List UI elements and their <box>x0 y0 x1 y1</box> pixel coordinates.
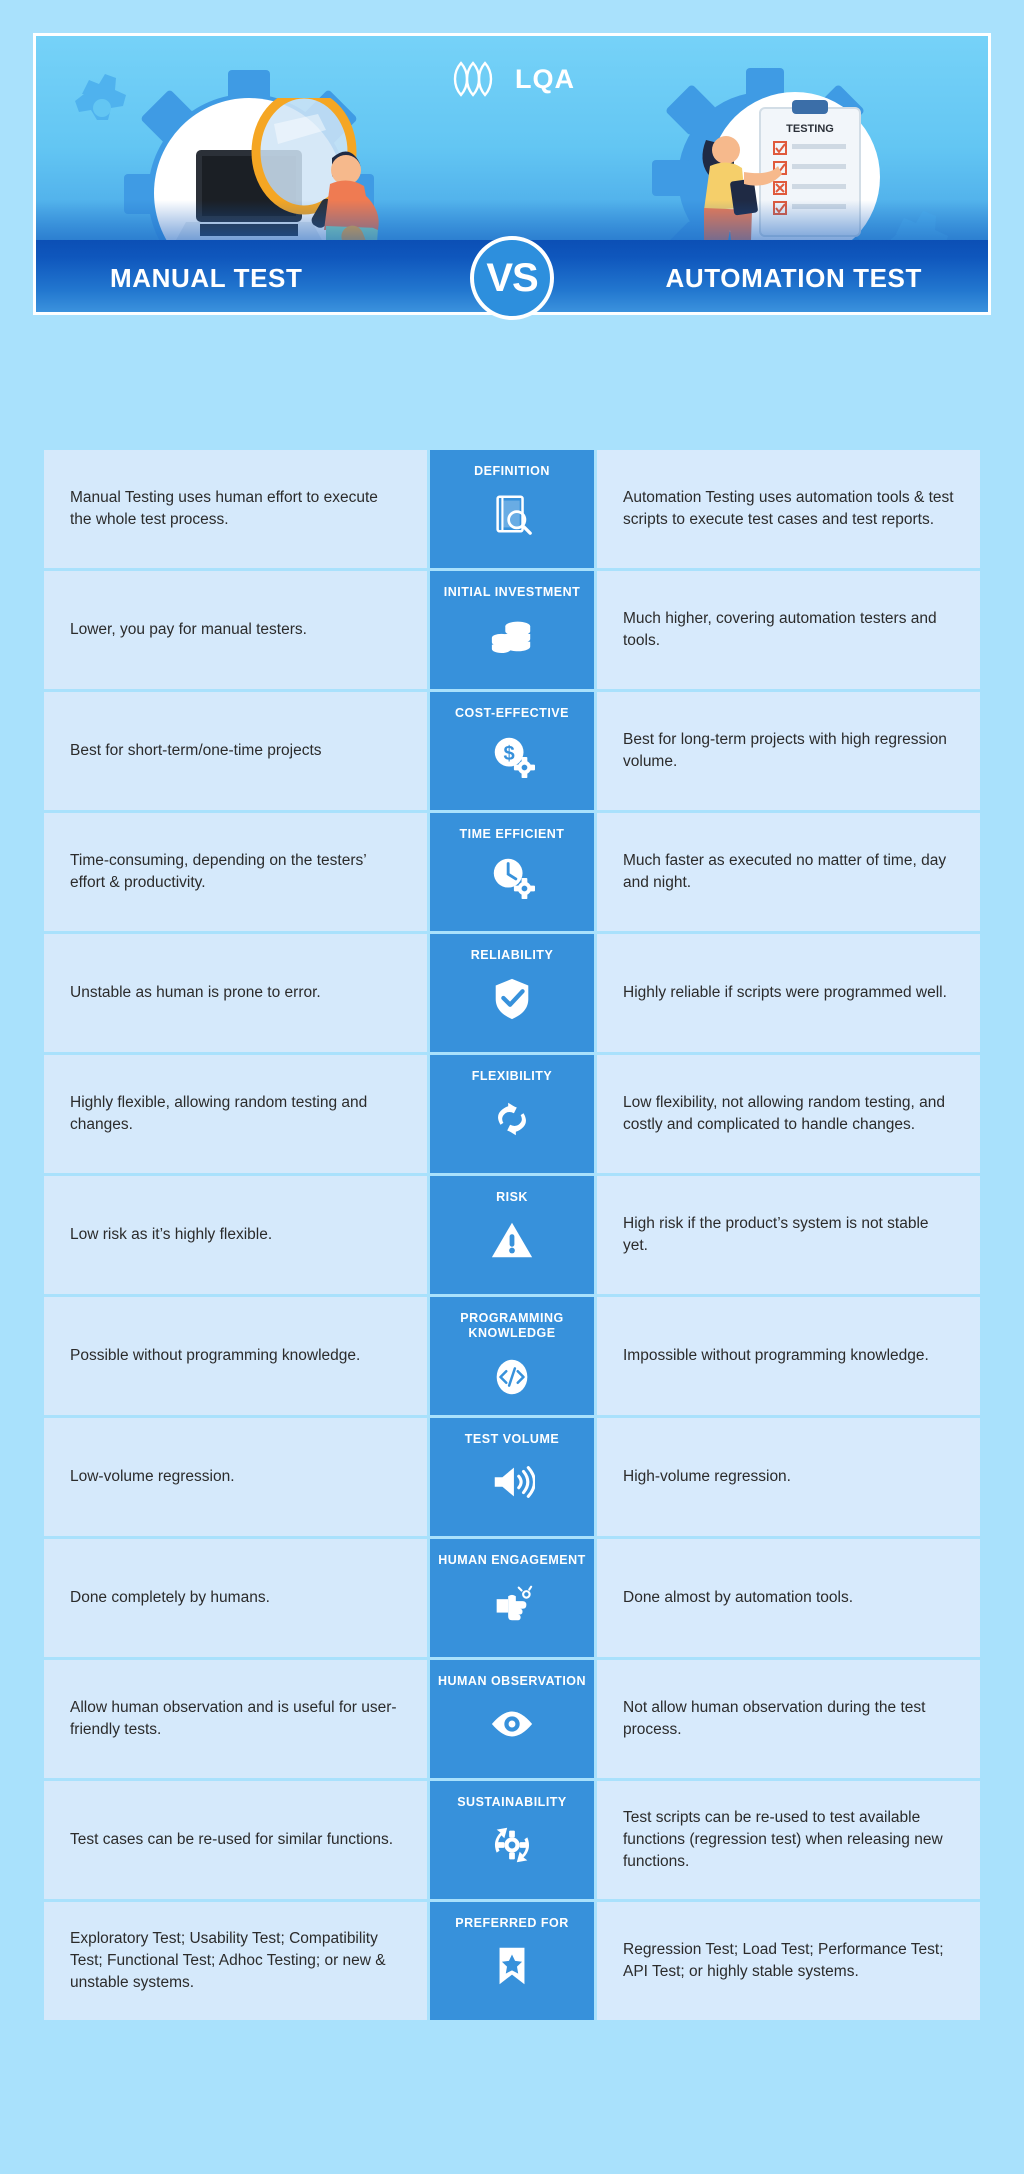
automation-test-cell: Regression Test; Load Test; Performance … <box>597 1902 980 2020</box>
criterion-cell: RISK <box>430 1176 594 1294</box>
brand-name: LQA <box>515 63 575 94</box>
table-row: Highly flexible, allowing random testing… <box>44 1055 980 1173</box>
automation-test-cell: High-volume regression. <box>597 1418 980 1536</box>
criterion-label: SUSTAINABILITY <box>457 1795 567 1809</box>
manual-test-cell: Low-volume regression. <box>44 1418 427 1536</box>
table-row: Test cases can be re-used for similar fu… <box>44 1781 980 1899</box>
criterion-label: HUMAN ENGAGEMENT <box>438 1553 586 1567</box>
criterion-label: RISK <box>496 1190 528 1204</box>
criterion-label: DEFINITION <box>474 464 550 478</box>
automation-test-cell: Highly reliable if scripts were programm… <box>597 934 980 1052</box>
manual-test-title: MANUAL TEST <box>110 263 303 293</box>
vs-badge: VS <box>470 236 554 320</box>
automation-test-cell: High risk if the product’s system is not… <box>597 1176 980 1294</box>
manual-test-cell: Unstable as human is prone to error. <box>44 934 427 1052</box>
criterion-label: TIME EFFICIENT <box>459 827 565 841</box>
automation-test-cell: Automation Testing uses automation tools… <box>597 450 980 568</box>
criterion-cell: HUMAN OBSERVATION <box>430 1660 594 1778</box>
criterion-cell: COST-EFFECTIVE $ <box>430 692 594 810</box>
criterion-label: RELIABILITY <box>470 948 554 962</box>
svg-text:TESTING: TESTING <box>786 123 834 135</box>
infographic-page: LQA TESTING MANUAL TEST AUTOMATION TEST … <box>0 0 1024 2174</box>
manual-test-cell: Test cases can be re-used for similar fu… <box>44 1781 427 1899</box>
manual-test-cell: Manual Testing uses human effort to exec… <box>44 450 427 568</box>
eye-icon <box>489 1701 535 1747</box>
code-brackets-icon <box>489 1354 535 1400</box>
criterion-label: TEST VOLUME <box>464 1432 560 1446</box>
automation-test-cell: Much higher, covering automation testers… <box>597 571 980 689</box>
criterion-cell: RELIABILITY <box>430 934 594 1052</box>
criterion-label: PROGRAMMING KNOWLEDGE <box>460 1311 564 1341</box>
speaker-volume-icon <box>489 1459 535 1505</box>
clock-gear-icon <box>489 854 535 900</box>
coins-stack-icon <box>489 612 535 658</box>
manual-test-cell: Low risk as it’s highly flexible. <box>44 1176 427 1294</box>
criterion-cell: TEST VOLUME <box>430 1418 594 1536</box>
automation-test-cell: Not allow human observation during the t… <box>597 1660 980 1778</box>
criterion-cell: FLEXIBILITY <box>430 1055 594 1173</box>
table-row: Manual Testing uses human effort to exec… <box>44 450 980 568</box>
dollar-gear-icon: $ <box>489 733 535 779</box>
automation-test-cell: Done almost by automation tools. <box>597 1539 980 1657</box>
table-row: Best for short-term/one-time projects COS… <box>44 692 980 810</box>
automation-test-title: AUTOMATION TEST <box>665 263 922 293</box>
brand-logo: LQA <box>449 60 575 98</box>
criterion-label: PREFERRED FOR <box>455 1916 569 1930</box>
manual-test-cell: Lower, you pay for manual testers. <box>44 571 427 689</box>
recycle-gear-icon <box>489 1822 535 1868</box>
criterion-cell: PROGRAMMING KNOWLEDGE <box>430 1297 594 1415</box>
manual-test-cell: Done completely by humans. <box>44 1539 427 1657</box>
comparison-table: Manual Testing uses human effort to exec… <box>44 450 980 2023</box>
table-row: Lower, you pay for manual testers. INITIA… <box>44 571 980 689</box>
table-row: Exploratory Test; Usability Test; Compat… <box>44 1902 980 2020</box>
criterion-cell: PREFERRED FOR <box>430 1902 594 2020</box>
manual-test-cell: Allow human observation and is useful fo… <box>44 1660 427 1778</box>
hero-band-shade <box>36 200 988 240</box>
automation-test-cell: Much faster as executed no matter of tim… <box>597 813 980 931</box>
automation-test-cell: Test scripts can be re-used to test avai… <box>597 1781 980 1899</box>
table-row: Done completely by humans. HUMAN ENGAGEME… <box>44 1539 980 1657</box>
criterion-label: INITIAL INVESTMENT <box>443 585 581 599</box>
table-row: Time-consuming, depending on the testers… <box>44 813 980 931</box>
table-row: Allow human observation and is useful fo… <box>44 1660 980 1778</box>
automation-test-cell: Best for long-term projects with high re… <box>597 692 980 810</box>
criterion-label: COST-EFFECTIVE <box>455 706 569 720</box>
criterion-label: HUMAN OBSERVATION <box>437 1674 587 1688</box>
manual-test-cell: Exploratory Test; Usability Test; Compat… <box>44 1902 427 2020</box>
criterion-cell: HUMAN ENGAGEMENT <box>430 1539 594 1657</box>
table-row: Low risk as it’s highly flexible. RISK Hig… <box>44 1176 980 1294</box>
manual-test-cell: Best for short-term/one-time projects <box>44 692 427 810</box>
manual-test-cell: Possible without programming knowledge. <box>44 1297 427 1415</box>
shield-check-icon <box>489 975 535 1021</box>
book-magnifier-icon <box>489 491 535 537</box>
table-row: Unstable as human is prone to error. RELI… <box>44 934 980 1052</box>
table-row: Low-volume regression. TEST VOLUME High-vo… <box>44 1418 980 1536</box>
warning-triangle-icon <box>489 1217 535 1263</box>
automation-test-cell: Low flexibility, not allowing random tes… <box>597 1055 980 1173</box>
table-row: Possible without programming knowledge. P… <box>44 1297 980 1415</box>
manual-test-cell: Time-consuming, depending on the testers… <box>44 813 427 931</box>
manual-test-cell: Highly flexible, allowing random testing… <box>44 1055 427 1173</box>
criterion-cell: TIME EFFICIENT <box>430 813 594 931</box>
pointing-hand-icon <box>489 1580 535 1626</box>
bookmark-star-icon <box>489 1943 535 1989</box>
criterion-cell: INITIAL INVESTMENT <box>430 571 594 689</box>
criterion-cell: DEFINITION <box>430 450 594 568</box>
svg-text:$: $ <box>504 743 515 765</box>
automation-test-cell: Impossible without programming knowledge… <box>597 1297 980 1415</box>
criterion-cell: SUSTAINABILITY <box>430 1781 594 1899</box>
flex-arrows-icon <box>489 1096 535 1142</box>
lqa-leaves-logo-icon <box>453 61 493 97</box>
criterion-label: FLEXIBILITY <box>471 1069 553 1083</box>
